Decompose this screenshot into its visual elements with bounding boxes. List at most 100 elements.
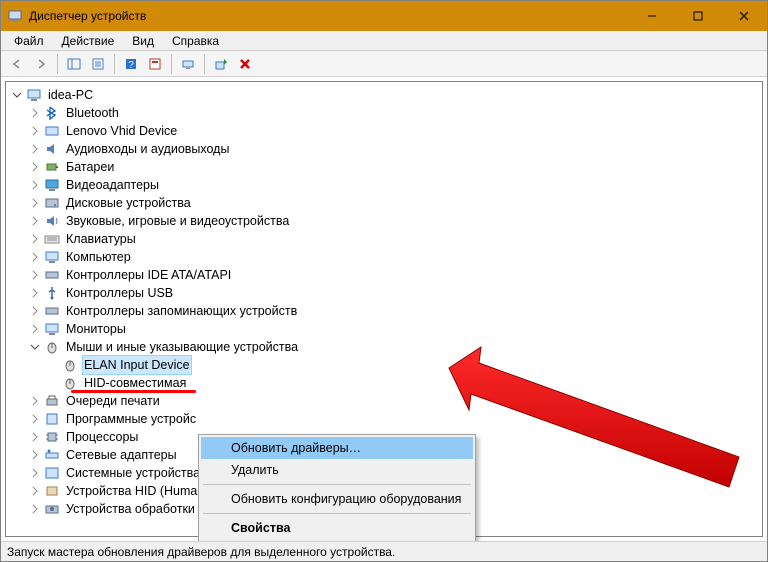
minimize-button[interactable] <box>629 1 675 31</box>
menubar: Файл Действие Вид Справка <box>1 31 767 51</box>
toggle-icon[interactable] <box>28 340 42 354</box>
status-text: Запуск мастера обновления драйверов для … <box>7 545 395 559</box>
action-center-button[interactable] <box>144 53 166 75</box>
tree-item-mice[interactable]: Мыши и иные указывающие устройства <box>10 338 762 356</box>
storage-icon <box>44 303 60 319</box>
device-icon <box>44 123 60 139</box>
toggle-icon[interactable] <box>28 142 42 156</box>
help-button[interactable]: ? <box>120 53 142 75</box>
tree-label: Программные устройс <box>64 410 198 428</box>
tree-root[interactable]: idea-PC <box>10 86 762 104</box>
toggle-icon[interactable] <box>28 304 42 318</box>
tree-label: Аудиовходы и аудиовыходы <box>64 140 231 158</box>
toggle-icon[interactable] <box>28 394 42 408</box>
ctx-separator <box>203 484 471 485</box>
toggle-icon[interactable] <box>10 88 24 102</box>
maximize-button[interactable] <box>675 1 721 31</box>
toggle-icon[interactable] <box>28 430 42 444</box>
tree-item[interactable]: Аудиовходы и аудиовыходы <box>10 140 762 158</box>
tree-label: Сетевые адаптеры <box>64 446 179 464</box>
tree-item[interactable]: Контроллеры IDE ATA/ATAPI <box>10 266 762 284</box>
toggle-icon[interactable] <box>28 178 42 192</box>
network-icon <box>44 447 60 463</box>
toggle-icon[interactable] <box>28 484 42 498</box>
ctx-properties[interactable]: Свойства <box>201 517 473 539</box>
mouse-icon <box>62 375 78 391</box>
menu-action[interactable]: Действие <box>53 32 124 50</box>
uninstall-button[interactable] <box>234 53 256 75</box>
toggle-icon[interactable] <box>28 196 42 210</box>
hid-icon <box>44 483 60 499</box>
window-title: Диспетчер устройств <box>29 9 146 23</box>
toolbar: ? <box>1 51 767 77</box>
computer-icon <box>26 87 42 103</box>
tree-item[interactable]: Клавиатуры <box>10 230 762 248</box>
display-icon <box>44 177 60 193</box>
scan-hardware-button[interactable] <box>177 53 199 75</box>
toggle-icon[interactable] <box>28 322 42 336</box>
tree-item-bluetooth[interactable]: Bluetooth <box>10 104 762 122</box>
toggle-icon[interactable] <box>28 448 42 462</box>
menu-file[interactable]: Файл <box>5 32 53 50</box>
imaging-icon <box>44 501 60 517</box>
close-button[interactable] <box>721 1 767 31</box>
tree-item[interactable]: Дисковые устройства <box>10 194 762 212</box>
ctx-label: Обновить конфигурацию оборудования <box>231 492 461 506</box>
tree-item[interactable]: Звуковые, игровые и видеоустройства <box>10 212 762 230</box>
tree-item[interactable]: Lenovo Vhid Device <box>10 122 762 140</box>
ctx-separator <box>203 513 471 514</box>
tree-label: Компьютер <box>64 248 133 266</box>
tree-label: Мониторы <box>64 320 128 338</box>
tree-label: Дисковые устройства <box>64 194 193 212</box>
statusbar: Запуск мастера обновления драйверов для … <box>1 541 767 561</box>
software-icon <box>44 411 60 427</box>
tree-item[interactable]: Компьютер <box>10 248 762 266</box>
toggle-icon[interactable] <box>28 106 42 120</box>
tree-item[interactable]: Контроллеры запоминающих устройств <box>10 302 762 320</box>
titlebar: Диспетчер устройств <box>1 1 767 31</box>
toggle-icon[interactable] <box>28 412 42 426</box>
properties-button[interactable] <box>87 53 109 75</box>
keyboard-icon <box>44 231 60 247</box>
toggle-icon[interactable] <box>28 466 42 480</box>
show-hide-tree-button[interactable] <box>63 53 85 75</box>
tree-label: Видеоадаптеры <box>64 176 161 194</box>
svg-text:?: ? <box>128 60 134 71</box>
monitor-icon <box>44 321 60 337</box>
printer-icon <box>44 393 60 409</box>
toggle-icon[interactable] <box>28 160 42 174</box>
tree-item[interactable]: Батареи <box>10 158 762 176</box>
toggle-icon[interactable] <box>28 286 42 300</box>
toggle-icon[interactable] <box>28 232 42 246</box>
tree-item[interactable]: Программные устройс <box>10 410 762 428</box>
tree-item[interactable]: Контроллеры USB <box>10 284 762 302</box>
nav-forward-button[interactable] <box>30 53 52 75</box>
sound-icon <box>44 213 60 229</box>
ctx-update-drivers[interactable]: Обновить драйверы… <box>201 437 473 459</box>
toggle-icon[interactable] <box>28 250 42 264</box>
tree-label: Звуковые, игровые и видеоустройства <box>64 212 291 230</box>
tree-item[interactable]: Мониторы <box>10 320 762 338</box>
battery-icon <box>44 159 60 175</box>
toggle-icon[interactable] <box>28 214 42 228</box>
ctx-label: Свойства <box>231 521 290 535</box>
toggle-icon[interactable] <box>28 268 42 282</box>
tree-label: Контроллеры запоминающих устройств <box>64 302 299 320</box>
menu-help[interactable]: Справка <box>163 32 228 50</box>
toggle-icon[interactable] <box>28 502 42 516</box>
toggle-icon[interactable] <box>28 124 42 138</box>
tree-item[interactable]: Видеоадаптеры <box>10 176 762 194</box>
tree-label: Очереди печати <box>64 392 162 410</box>
context-menu: Обновить драйверы… Удалить Обновить конф… <box>198 434 476 541</box>
device-manager-window: Диспетчер устройств Файл Действие Вид Сп… <box>0 0 768 562</box>
tree-item[interactable]: Очереди печати <box>10 392 762 410</box>
ctx-delete[interactable]: Удалить <box>201 459 473 481</box>
tree-child-elan[interactable]: ELAN Input Device <box>10 356 762 374</box>
ctx-refresh-hw[interactable]: Обновить конфигурацию оборудования <box>201 488 473 510</box>
nav-back-button[interactable] <box>6 53 28 75</box>
tree-label: Контроллеры IDE ATA/ATAPI <box>64 266 233 284</box>
cpu-icon <box>44 429 60 445</box>
update-driver-button[interactable] <box>210 53 232 75</box>
menu-view[interactable]: Вид <box>123 32 163 50</box>
tree-label: Системные устройства <box>64 464 202 482</box>
